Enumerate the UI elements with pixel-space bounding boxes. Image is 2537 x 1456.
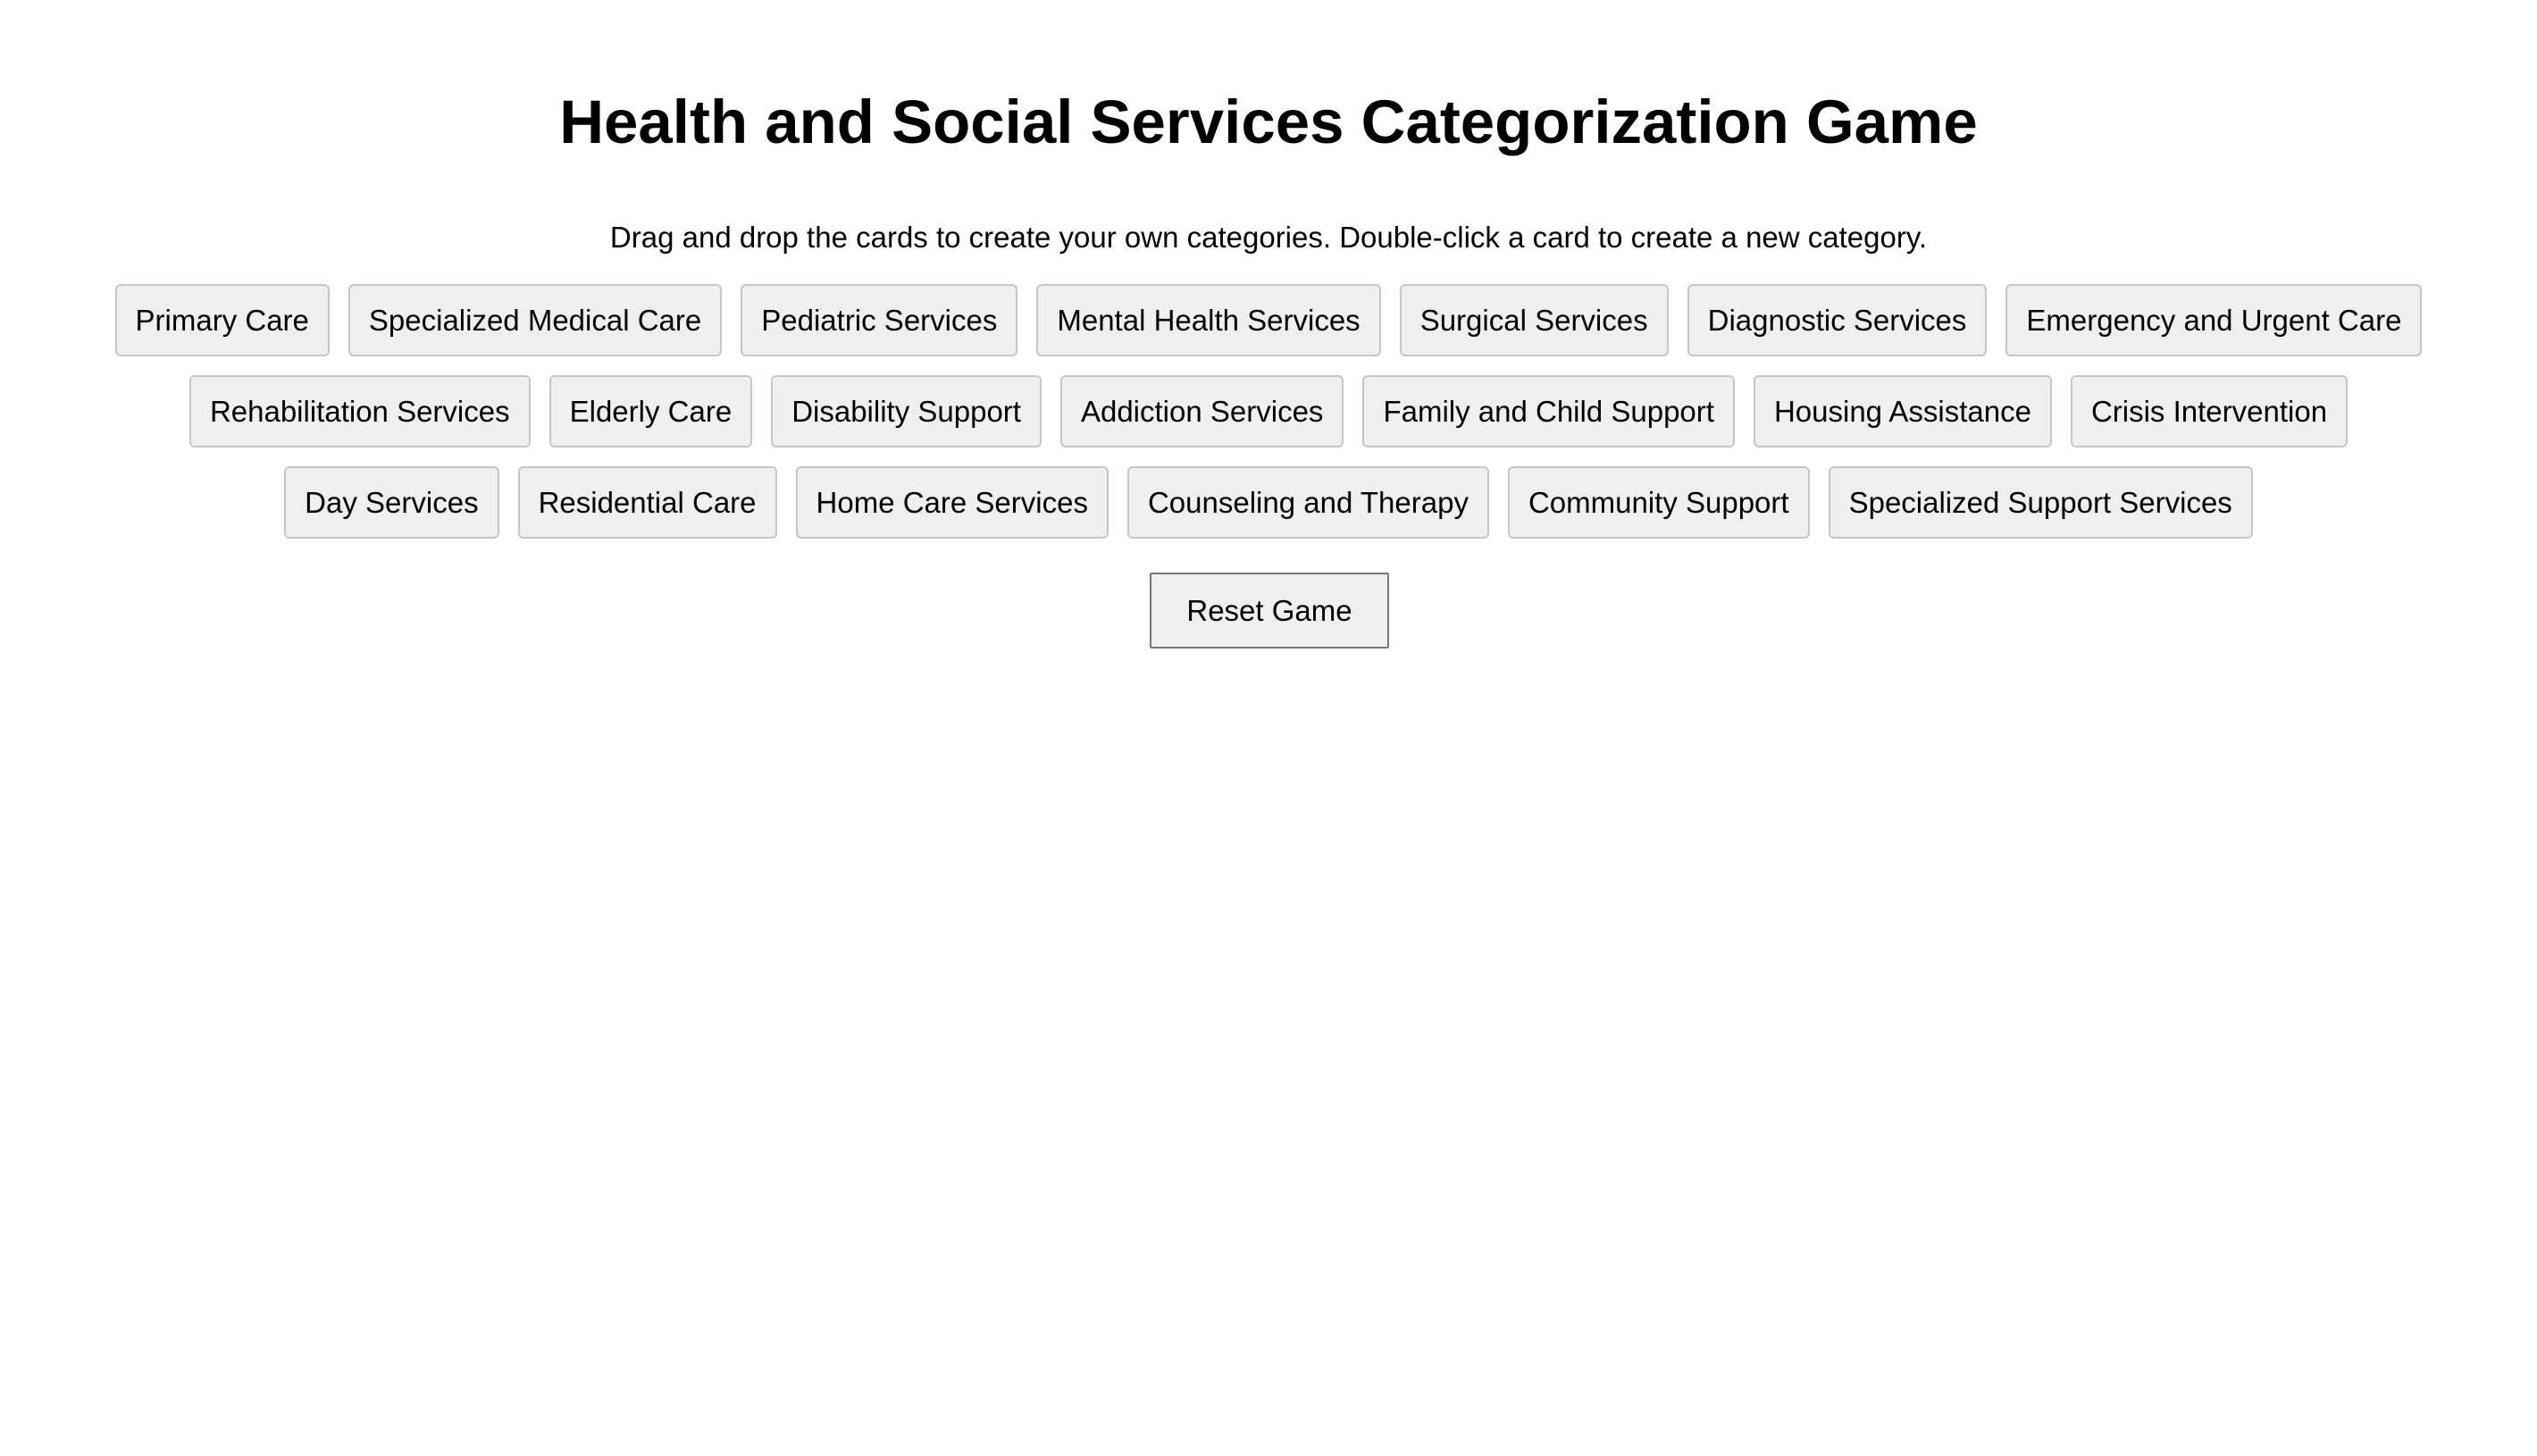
- card-home-care-services[interactable]: Home Care Services: [795, 466, 1109, 539]
- card-day-services[interactable]: Day Services: [284, 466, 499, 539]
- card-rehabilitation-services[interactable]: Rehabilitation Services: [188, 375, 531, 448]
- card-community-support[interactable]: Community Support: [1507, 466, 1810, 539]
- card-crisis-intervention[interactable]: Crisis Intervention: [2070, 375, 2349, 448]
- card-addiction-services[interactable]: Addiction Services: [1059, 375, 1344, 448]
- card-counseling-and-therapy[interactable]: Counseling and Therapy: [1126, 466, 1489, 539]
- card-disability-support[interactable]: Disability Support: [771, 375, 1042, 448]
- card-diagnostic-services[interactable]: Diagnostic Services: [1687, 284, 1988, 356]
- instructions-text: Drag and drop the cards to create your o…: [609, 221, 1928, 254]
- card-elderly-care[interactable]: Elderly Care: [548, 375, 753, 448]
- card-pediatric-services[interactable]: Pediatric Services: [741, 284, 1018, 356]
- card-specialized-support-services[interactable]: Specialized Support Services: [1828, 466, 2253, 539]
- card-emergency-and-urgent-care[interactable]: Emergency and Urgent Care: [2005, 284, 2423, 356]
- reset-game-button[interactable]: Reset Game: [1150, 573, 1389, 649]
- card-mental-health-services[interactable]: Mental Health Services: [1036, 284, 1381, 356]
- card-surgical-services[interactable]: Surgical Services: [1399, 284, 1669, 356]
- card-residential-care[interactable]: Residential Care: [517, 466, 777, 539]
- card-primary-care[interactable]: Primary Care: [114, 284, 330, 356]
- card-family-and-child-support[interactable]: Family and Child Support: [1362, 375, 1735, 448]
- page-title: Health and Social Services Categorizatio…: [559, 88, 1978, 156]
- card-housing-assistance[interactable]: Housing Assistance: [1753, 375, 2052, 448]
- card-specialized-medical-care[interactable]: Specialized Medical Care: [347, 284, 723, 356]
- game-page: Health and Social Services Categorizatio…: [0, 0, 2537, 1456]
- card-area: Primary Care Specialized Medical Care Pe…: [98, 284, 2439, 539]
